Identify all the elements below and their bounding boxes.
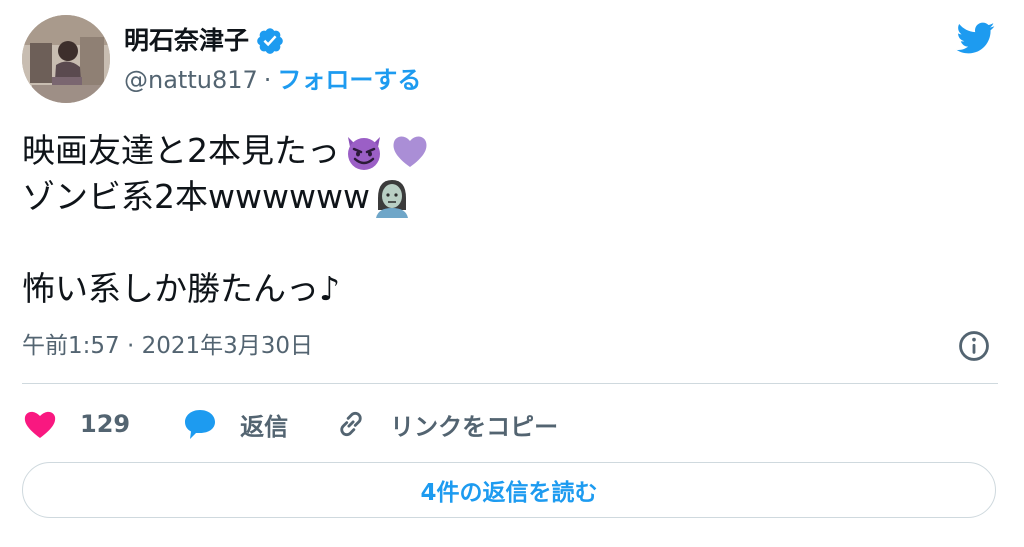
tweet-line [22, 220, 982, 266]
tweet-line: 映画友達と2本見たっ [22, 128, 982, 174]
read-replies-button[interactable]: 4件の返信を読む [22, 462, 996, 518]
author-name-row: 明石奈津子 [124, 22, 285, 60]
female-zombie-emoji-icon [375, 180, 408, 218]
smiling-imp-emoji-icon [348, 137, 380, 170]
like-button[interactable]: 129 [22, 408, 130, 440]
tweet-text: 映画友達と2本見たっ ゾンビ系2本wwwwww 怖い系しか勝たんっ♪ [22, 128, 982, 312]
tweet-line-text: ゾンビ系2本wwwwww [22, 177, 370, 216]
heart-icon [24, 411, 56, 438]
like-count: 129 [80, 410, 131, 438]
verified-badge-icon [257, 28, 283, 54]
separator-dot: · [263, 66, 272, 94]
copy-link-label: リンクをコピー [390, 412, 559, 441]
handle-row: @nattu817 · フォローする [124, 63, 421, 97]
action-bar: 129 返信 リンクをコピー [22, 402, 558, 446]
user-handle[interactable]: @nattu817 [124, 63, 258, 97]
divider [22, 383, 998, 384]
link-icon [340, 411, 362, 437]
display-name[interactable]: 明石奈津子 [124, 22, 249, 60]
speech-bubble-icon [185, 410, 216, 439]
copy-link-button[interactable]: リンクをコピー [334, 407, 558, 442]
tweet-timestamp[interactable]: 午前1:57 · 2021年3月30日 [22, 328, 313, 364]
reply-label: 返信 [240, 412, 289, 441]
tweet-line: 怖い系しか勝たんっ♪ [22, 266, 982, 312]
tweet-card: 明石奈津子 @nattu817 · フォローする 映画友達と2本見たっ ゾンビ系… [0, 0, 1024, 547]
info-icon[interactable] [957, 329, 991, 363]
tweet-line: ゾンビ系2本wwwwww [22, 174, 982, 220]
avatar[interactable] [22, 15, 110, 103]
purple-heart-emoji-icon [393, 136, 427, 167]
follow-button[interactable]: フォローする [277, 63, 421, 97]
tweet-line-text: 怖い系しか勝たんっ♪ [22, 269, 341, 308]
tweet-line-text: 映画友達と2本見たっ [22, 131, 340, 170]
twitter-bird-icon[interactable] [952, 18, 998, 58]
reply-button[interactable]: 返信 [182, 407, 288, 442]
